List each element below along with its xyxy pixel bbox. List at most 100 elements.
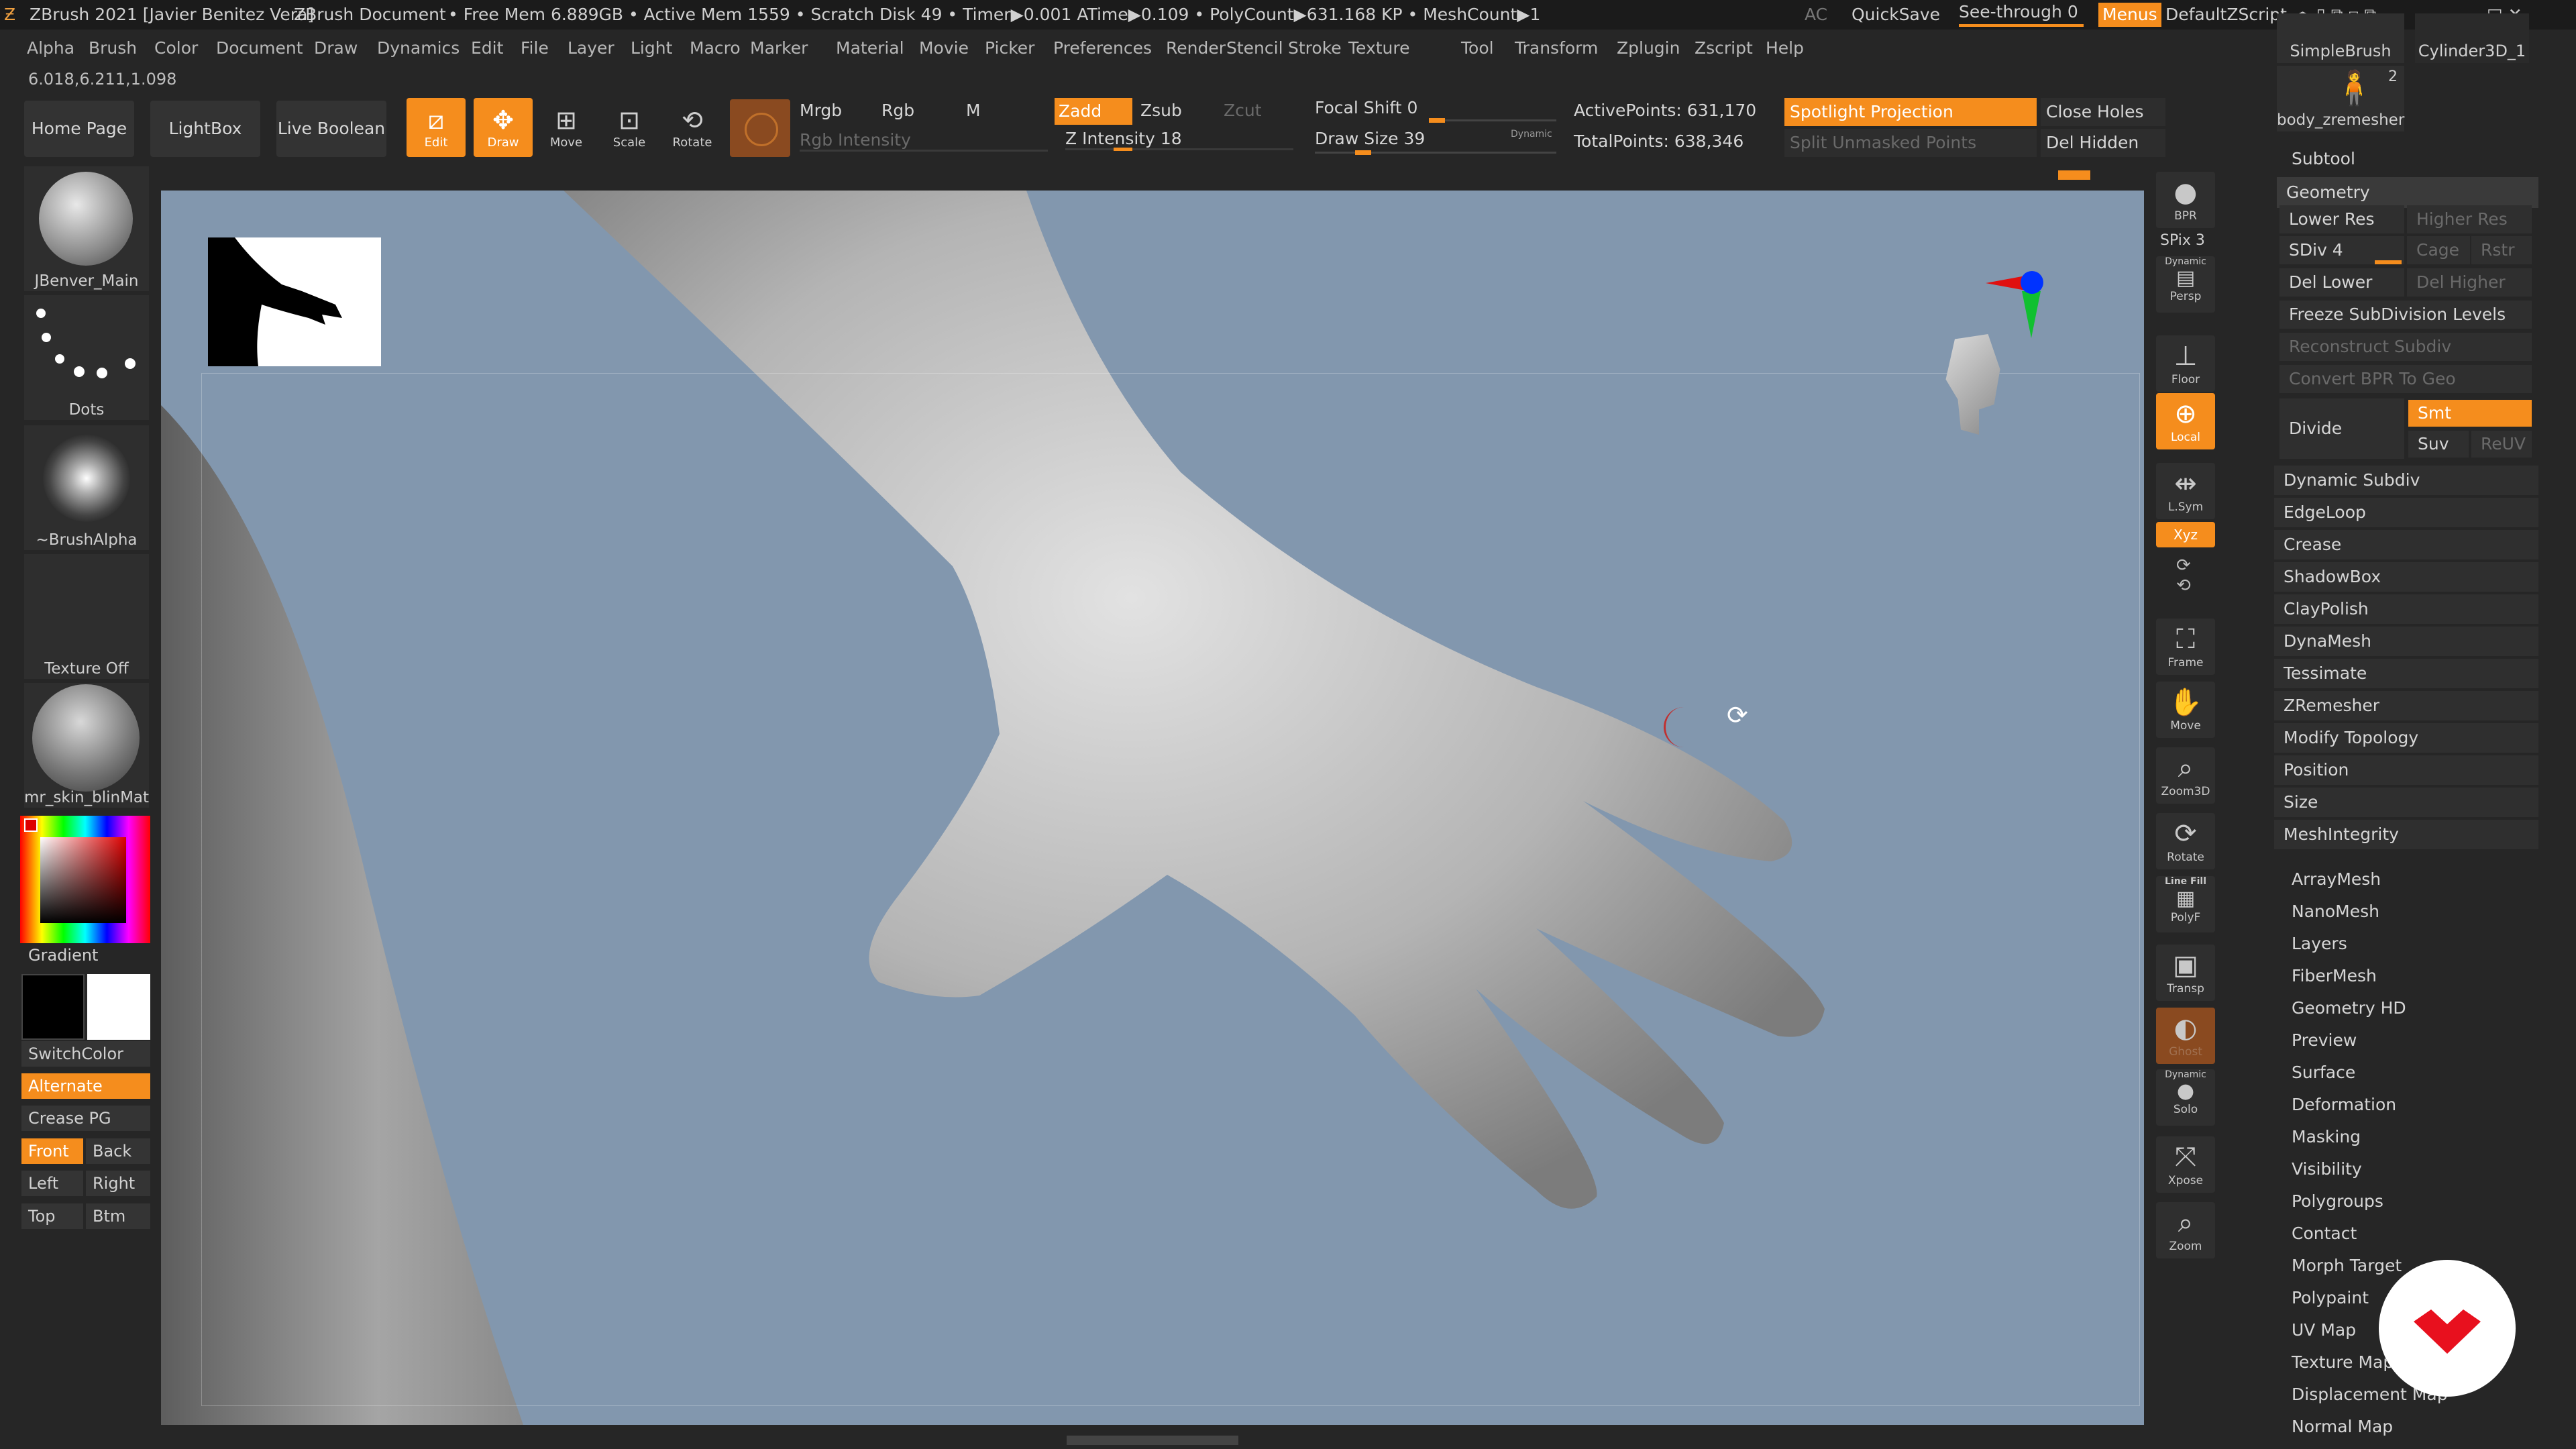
stroke-thumbnail[interactable]: Dots bbox=[24, 295, 149, 420]
geometry-item-dynamic-subdiv[interactable]: Dynamic Subdiv bbox=[2274, 466, 2538, 495]
menu-item-stroke[interactable]: Stroke bbox=[1288, 34, 1342, 63]
btm-button[interactable]: Btm bbox=[86, 1203, 150, 1229]
menu-item-dynamics[interactable]: Dynamics bbox=[377, 34, 460, 63]
active-tool-thumbnail[interactable]: 🧍 2 body_zremesher bbox=[2277, 66, 2404, 131]
alpha-thumbnail[interactable]: ~BrushAlpha bbox=[24, 425, 149, 550]
secondary-color-swatch[interactable] bbox=[87, 974, 150, 1040]
gradient-label[interactable]: Gradient bbox=[28, 946, 98, 965]
menu-item-document[interactable]: Document bbox=[216, 34, 303, 63]
move-view-button[interactable]: ✋ Move bbox=[2156, 682, 2215, 738]
draw-size-slider[interactable]: Draw Size 39 bbox=[1315, 129, 1425, 148]
del-hidden-button[interactable]: Del Hidden bbox=[2041, 129, 2165, 157]
spotlight-projection-button[interactable]: Spotlight Projection bbox=[1784, 98, 2037, 126]
subpalette-fibermesh[interactable]: FiberMesh bbox=[2292, 966, 2377, 985]
live-boolean-button[interactable]: Live Boolean bbox=[276, 101, 386, 157]
subtool-palette-header[interactable]: Subtool bbox=[2292, 149, 2355, 168]
menu-item-material[interactable]: Material bbox=[836, 34, 904, 63]
reconstruct-subdiv-button[interactable]: Reconstruct Subdiv bbox=[2279, 333, 2532, 361]
menu-item-preferences[interactable]: Preferences bbox=[1053, 34, 1152, 63]
rstr-button[interactable]: Rstr bbox=[2471, 236, 2532, 264]
menu-item-file[interactable]: File bbox=[521, 34, 549, 63]
cage-button[interactable]: Cage bbox=[2407, 236, 2470, 264]
zoom-button[interactable]: ⌕ Zoom bbox=[2156, 1202, 2215, 1258]
quicksave-button[interactable]: QuickSave bbox=[1851, 0, 1940, 30]
subpalette-uv-map[interactable]: UV Map bbox=[2292, 1320, 2356, 1340]
geometry-item-meshintegrity[interactable]: MeshIntegrity bbox=[2274, 820, 2538, 849]
suv-toggle[interactable]: Suv bbox=[2408, 431, 2469, 458]
back-button[interactable]: Back bbox=[86, 1138, 150, 1164]
lightbox-button[interactable]: LightBox bbox=[150, 101, 260, 157]
rotate-view-button[interactable]: ⟳ Rotate bbox=[2156, 813, 2215, 869]
spix-slider[interactable]: SPix 3 bbox=[2160, 232, 2205, 249]
geometry-item-crease[interactable]: Crease bbox=[2274, 530, 2538, 559]
subpalette-polypaint[interactable]: Polypaint bbox=[2292, 1288, 2369, 1307]
view-orientation-gizmo[interactable] bbox=[1939, 264, 2046, 435]
bpr-button[interactable]: ● BPR bbox=[2156, 172, 2215, 228]
subpalette-deformation[interactable]: Deformation bbox=[2292, 1095, 2396, 1114]
persp-button[interactable]: Dynamic ▤ Persp bbox=[2156, 256, 2215, 313]
menu-item-movie[interactable]: Movie bbox=[919, 34, 969, 63]
linefill-polyf-button[interactable]: Line Fill ▦ PolyF bbox=[2156, 876, 2215, 932]
geometry-item-zremesher[interactable]: ZRemesher bbox=[2274, 691, 2538, 720]
lsym-button[interactable]: ⇹ L.Sym bbox=[2156, 463, 2215, 519]
menu-item-tool[interactable]: Tool bbox=[1461, 34, 1494, 63]
zcut-button[interactable]: Zcut bbox=[1224, 101, 1262, 120]
subpalette-visibility[interactable]: Visibility bbox=[2292, 1159, 2362, 1179]
solo-button[interactable]: Dynamic ● Solo bbox=[2156, 1069, 2215, 1126]
local-button[interactable]: ⊕ Local bbox=[2156, 393, 2215, 449]
menu-item-light[interactable]: Light bbox=[631, 34, 672, 63]
brush-thumbnail[interactable]: JBenver_Main bbox=[24, 166, 149, 291]
menu-item-draw[interactable]: Draw bbox=[314, 34, 358, 63]
subpalette-polygroups[interactable]: Polygroups bbox=[2292, 1191, 2383, 1211]
color-saturation-square[interactable] bbox=[40, 837, 126, 923]
menu-item-zscript[interactable]: Zscript bbox=[1695, 34, 1753, 63]
rgb-button[interactable]: Rgb bbox=[881, 101, 914, 120]
color-picker[interactable] bbox=[20, 816, 150, 943]
del-lower-button[interactable]: Del Lower bbox=[2279, 268, 2404, 297]
tray-toggle-handle[interactable] bbox=[2058, 170, 2090, 180]
home-page-button[interactable]: Home Page bbox=[24, 101, 134, 157]
zsub-button[interactable]: Zsub bbox=[1140, 101, 1182, 120]
geometry-item-position[interactable]: Position bbox=[2274, 755, 2538, 785]
xpose-button[interactable]: ⤧ Xpose bbox=[2156, 1136, 2215, 1193]
divide-button[interactable]: Divide bbox=[2279, 398, 2404, 459]
convert-bpr-button[interactable]: Convert BPR To Geo bbox=[2279, 365, 2532, 393]
switch-color-button[interactable]: SwitchColor bbox=[21, 1041, 150, 1067]
menu-item-transform[interactable]: Transform bbox=[1515, 34, 1598, 63]
scale-mode-button[interactable]: ⊡ Scale bbox=[600, 98, 659, 157]
lower-res-button[interactable]: Lower Res bbox=[2279, 205, 2404, 233]
viewport-scroll-handle[interactable] bbox=[1067, 1436, 1238, 1445]
menu-item-edit[interactable]: Edit bbox=[471, 34, 503, 63]
subpalette-normal-map[interactable]: Normal Map bbox=[2292, 1417, 2393, 1436]
material-thumbnail[interactable]: mr_skin_blinMat bbox=[24, 683, 149, 808]
floor-button[interactable]: ⊥ Floor bbox=[2156, 335, 2215, 392]
subpalette-arraymesh[interactable]: ArrayMesh bbox=[2292, 869, 2381, 889]
subpalette-masking[interactable]: Masking bbox=[2292, 1127, 2361, 1146]
geometry-item-modify-topology[interactable]: Modify Topology bbox=[2274, 723, 2538, 753]
m-button[interactable]: M bbox=[966, 101, 981, 120]
menu-item-zplugin[interactable]: Zplugin bbox=[1617, 34, 1680, 63]
smt-toggle[interactable]: Smt bbox=[2408, 400, 2532, 427]
move-mode-button[interactable]: ⊞ Move bbox=[537, 98, 596, 157]
focal-shift-slider[interactable]: Focal Shift 0 bbox=[1315, 98, 1417, 117]
color-swatch-button[interactable] bbox=[730, 99, 790, 157]
rgb-intensity-slider[interactable]: Rgb Intensity bbox=[800, 130, 1048, 152]
split-unmasked-points-button[interactable]: Split Unmasked Points bbox=[1784, 129, 2037, 157]
z-intensity-slider[interactable]: Z Intensity 18 bbox=[1065, 129, 1293, 150]
zoom3d-button[interactable]: ⌕ Zoom3D bbox=[2156, 747, 2215, 804]
geometry-item-claypolish[interactable]: ClayPolish bbox=[2274, 594, 2538, 624]
right-button[interactable]: Right bbox=[86, 1171, 150, 1196]
menu-item-render[interactable]: Render bbox=[1166, 34, 1226, 63]
freeze-subdivision-button[interactable]: Freeze SubDivision Levels bbox=[2279, 301, 2532, 329]
3d-viewport[interactable]: ⟳ bbox=[161, 191, 2144, 1425]
subpalette-nanomesh[interactable]: NanoMesh bbox=[2292, 902, 2379, 921]
menu-item-stencil[interactable]: Stencil bbox=[1226, 34, 1283, 63]
menu-item-alpha[interactable]: Alpha bbox=[27, 34, 74, 63]
del-higher-button[interactable]: Del Higher bbox=[2407, 268, 2532, 297]
subpalette-layers[interactable]: Layers bbox=[2292, 934, 2347, 953]
geometry-item-shadowbox[interactable]: ShadowBox bbox=[2274, 562, 2538, 592]
alternate-button[interactable]: Alternate bbox=[21, 1073, 150, 1099]
geometry-item-tessimate[interactable]: Tessimate bbox=[2274, 659, 2538, 688]
menus-toggle[interactable]: Menus bbox=[2098, 3, 2161, 27]
menu-item-layer[interactable]: Layer bbox=[568, 34, 614, 63]
